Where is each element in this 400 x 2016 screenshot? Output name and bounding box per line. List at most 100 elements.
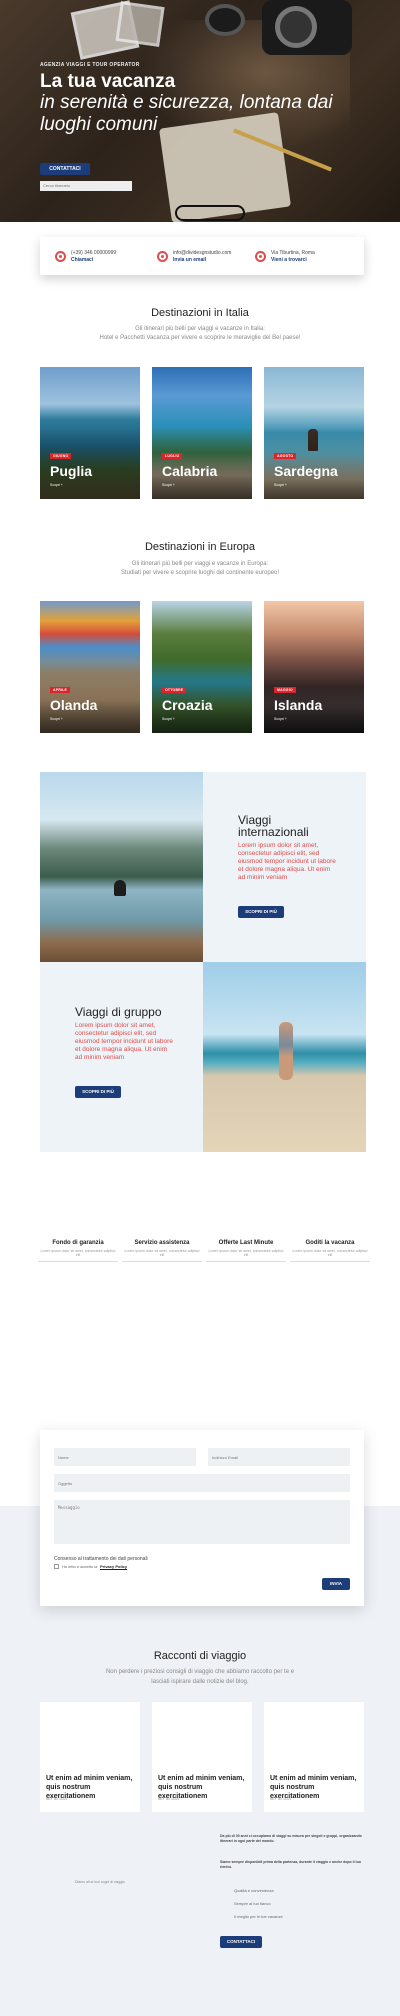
month-badge: MAGGIO: [274, 687, 296, 693]
feature-international: Viaggi internazionali Lorem ipsum dolor …: [203, 772, 366, 962]
lens-decoration: [205, 4, 245, 36]
post-date: SET 30, 2021: [158, 1797, 180, 1801]
consent-title: Consenso al trattamento dei dati persona…: [54, 1556, 148, 1562]
footer-contact-button[interactable]: CONTATTACI: [220, 1936, 262, 1948]
destination-card-sardegna[interactable]: AGOSTO Sardegna Scopri +: [264, 367, 364, 499]
person-figure: [279, 1022, 293, 1080]
destination-name: Olanda: [50, 697, 98, 713]
visit-link[interactable]: Vieni a trovarci: [271, 257, 307, 263]
feature-title: Viaggi di gruppo: [75, 1005, 162, 1019]
discover-link[interactable]: Scopri +: [50, 717, 63, 721]
footer-about: Da più di 30 anni ci occupiamo di viaggi…: [220, 1834, 362, 1843]
service-guarantee: Fondo di garanzia Lorem ipsum dolor sit …: [38, 1240, 118, 1262]
consent-checkbox[interactable]: [54, 1564, 59, 1569]
feature-title-2: internazionali: [238, 825, 309, 839]
destination-card-croazia[interactable]: OTTOBRE Croazia Scopri +: [152, 601, 252, 733]
email-link[interactable]: Invia un email: [173, 257, 206, 263]
service-title: Servizio assistenza: [134, 1240, 190, 1246]
europe-title: Destinazioni in Europa: [144, 541, 256, 553]
destination-card-islanda[interactable]: MAGGIO Islanda Scopri +: [264, 601, 364, 733]
name-field[interactable]: [54, 1448, 196, 1466]
service-last-minute: Offerte Last Minute Lorem ipsum dolor si…: [206, 1240, 286, 1262]
footer-list-item: Qualità e convenienza: [234, 1888, 274, 1893]
service-desc: Lorem ipsum dolor sit amet, consectetur …: [40, 1249, 116, 1257]
month-badge: OTTOBRE: [162, 687, 187, 693]
feature-text: Lorem ipsum dolor sit amet, consectetur …: [238, 842, 336, 881]
blog-title: Racconti di viaggio: [153, 1650, 247, 1662]
destination-name: Islanda: [274, 697, 323, 713]
message-field[interactable]: [54, 1500, 350, 1544]
discover-link[interactable]: Scopri +: [274, 717, 287, 721]
month-badge: GIUGNO: [50, 453, 72, 459]
phone-number: (+39) 346 00000999: [71, 250, 117, 256]
email-address: info@dividesgnstudio.com: [173, 250, 232, 256]
month-badge: LUGLIO: [162, 453, 183, 459]
hero-subtitle: in serenità e sicurezza, lontana dai luo…: [40, 92, 333, 135]
italy-desc: Gli itinerari più belli per viaggi e vac…: [135, 326, 265, 332]
discover-link[interactable]: Scopri +: [162, 483, 175, 487]
discover-button[interactable]: SCOPRI DI PIÙ: [75, 1086, 121, 1098]
search-input[interactable]: [40, 181, 132, 191]
mountain-lake-image: [40, 772, 203, 962]
destination-name: Puglia: [50, 463, 93, 479]
contact-bar: (+39) 346 00000999 Chiamaci info@divides…: [40, 237, 364, 275]
hero-title: La tua vacanza: [40, 71, 176, 92]
footer-list-item: Il meglio per le tue vacanze: [234, 1914, 283, 1919]
photo-decoration: [115, 1, 165, 47]
italy-title: Destinazioni in Italia: [151, 307, 249, 319]
feature-text: Lorem ipsum dolor sit amet, consectetur …: [75, 1022, 173, 1061]
service-desc: Lorem ipsum dolor sit amet, consectetur …: [292, 1249, 368, 1257]
glasses-decoration: [175, 205, 245, 221]
consent-text: Ho letto e accetto la: [62, 1564, 98, 1569]
email-icon: [157, 251, 168, 262]
address: Via Tiburtina, Roma: [271, 250, 315, 256]
footer-about-2: Siamo sempre disponibili prima della par…: [220, 1860, 361, 1869]
service-desc: Lorem ipsum dolor sit amet, consectetur …: [124, 1249, 200, 1257]
destination-card-calabria[interactable]: LUGLIO Calabria Scopri +: [152, 367, 252, 499]
phone-icon: [55, 251, 66, 262]
discover-link[interactable]: Scopri +: [50, 483, 63, 487]
month-badge: APRILE: [50, 687, 71, 693]
europe-desc: Gli itinerari più belli per viaggi e vac…: [131, 561, 269, 567]
post-date: SET 30, 2021: [46, 1797, 68, 1801]
service-desc: Lorem ipsum dolor sit amet, consectetur …: [208, 1249, 284, 1257]
blog-post[interactable]: Ut enim ad minim veniam, quis nostrum ex…: [40, 1702, 140, 1812]
destination-name: Croazia: [162, 697, 213, 713]
submit-button[interactable]: INVIA: [322, 1578, 350, 1590]
discover-button[interactable]: SCOPRI DI PIÙ: [238, 906, 284, 918]
destination-name: Sardegna: [274, 463, 338, 479]
feature-group: Viaggi di gruppo Lorem ipsum dolor sit a…: [40, 962, 203, 1152]
discover-link[interactable]: Scopri +: [274, 483, 287, 487]
service-assistance: Servizio assistenza Lorem ipsum dolor si…: [122, 1240, 202, 1262]
divider: [122, 1261, 202, 1262]
blog-desc: Non perdere i preziosi consigli di viagg…: [105, 1669, 295, 1675]
blog-post[interactable]: Ut enim ad minim veniam, quis nostrum ex…: [264, 1702, 364, 1812]
destination-card-olanda[interactable]: APRILE Olanda Scopri +: [40, 601, 140, 733]
service-title: Fondo di garanzia: [52, 1240, 104, 1246]
divider: [38, 1261, 118, 1262]
blog-desc-2: lasciati ispirare dalle notizie del blog…: [151, 1679, 249, 1685]
blog-post[interactable]: Ut enim ad minim veniam, quis nostrum ex…: [152, 1702, 252, 1812]
post-date: SET 30, 2021: [270, 1797, 292, 1801]
discover-link[interactable]: Scopri +: [162, 717, 175, 721]
subject-field[interactable]: [54, 1474, 350, 1492]
email-field[interactable]: [208, 1448, 350, 1466]
hero-banner: AGENZIA VIAGGI E TOUR OPERATOR La tua va…: [0, 0, 400, 222]
divider: [206, 1261, 286, 1262]
service-enjoy: Goditi la vacanza Lorem ipsum dolor sit …: [290, 1240, 370, 1262]
service-title: Offerte Last Minute: [218, 1240, 274, 1246]
call-link[interactable]: Chiamaci: [71, 257, 93, 263]
service-title: Goditi la vacanza: [305, 1240, 355, 1246]
destination-card-puglia[interactable]: GIUGNO Puglia Scopri +: [40, 367, 140, 499]
footer-list-item: Sempre al tuo fianco: [234, 1901, 271, 1906]
beach-image: [203, 962, 366, 1152]
contact-form: Consenso al trattamento dei dati persona…: [40, 1430, 364, 1606]
divider: [290, 1261, 370, 1262]
month-badge: AGOSTO: [274, 453, 297, 459]
contact-button[interactable]: CONTATTACI: [40, 163, 90, 175]
italy-desc-2: Hotel e Pacchetti Vacanza per vivere e s…: [99, 335, 301, 341]
footer-tagline: Diamo ali ai tuoi sogni di viaggio: [75, 1880, 125, 1884]
camera-lens-decoration: [275, 6, 317, 48]
privacy-policy-link[interactable]: Privacy Policy: [100, 1564, 127, 1569]
europe-desc-2: Studiati per vivere e scoprire luoghi de…: [120, 570, 280, 576]
